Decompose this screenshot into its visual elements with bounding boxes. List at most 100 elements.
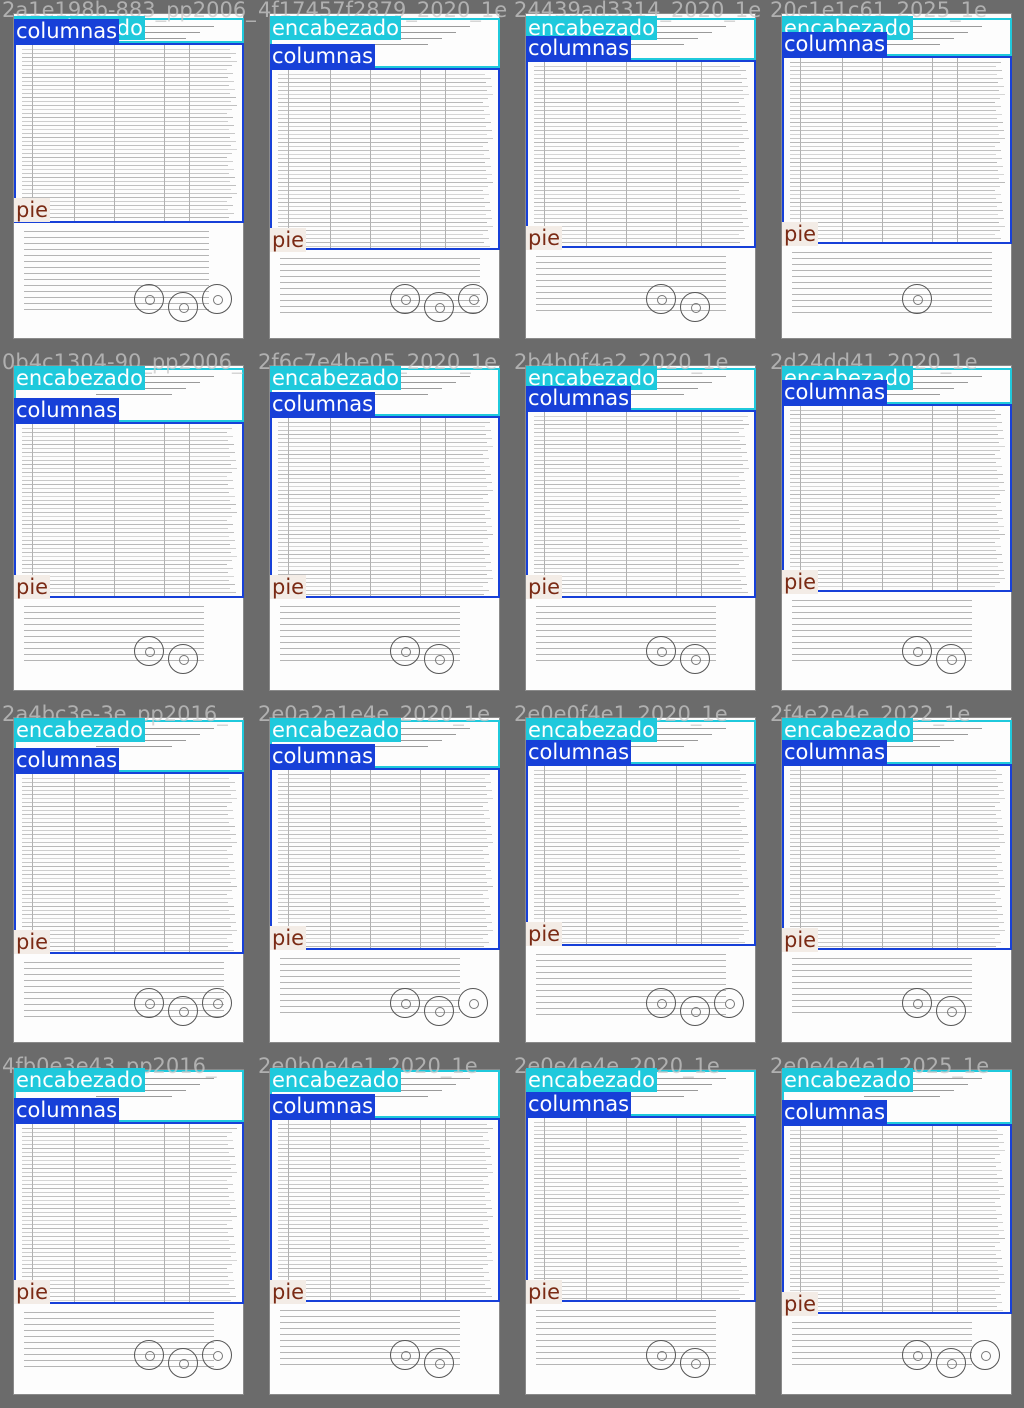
footer-text-line: [536, 966, 726, 967]
columns-region-box: [526, 764, 756, 946]
footer-text-line: [536, 978, 726, 979]
footer-text-line: [792, 964, 972, 965]
footer-text-line: [24, 261, 209, 262]
official-stamp: [390, 636, 420, 666]
footer-text-line: [24, 980, 224, 981]
footer-text-line: [792, 288, 992, 289]
official-stamp: [424, 1348, 454, 1378]
footer-text-line: [280, 258, 480, 259]
footer-region-label: pie: [782, 1292, 819, 1316]
footer-text-line: [792, 624, 972, 625]
footer-text-line: [792, 618, 972, 619]
footer-region-label: pie: [270, 575, 307, 599]
footer-text-line: [792, 312, 992, 313]
footer-text-line: [24, 231, 209, 232]
official-stamp: [168, 1348, 198, 1378]
official-stamp: [390, 988, 420, 1018]
footer-text-line: [536, 1334, 716, 1335]
official-stamp: [902, 284, 932, 314]
footer-region-label: pie: [782, 570, 819, 594]
columns-region-box: [782, 764, 1012, 950]
official-stamp: [458, 988, 488, 1018]
official-stamp: [680, 644, 710, 674]
official-stamp: [902, 636, 932, 666]
footer-text-line: [792, 642, 972, 643]
official-stamp: [168, 292, 198, 322]
footer-text-line: [280, 270, 480, 271]
official-stamp: [168, 996, 198, 1026]
footer-text-line: [280, 624, 460, 625]
footer-text-line: [24, 636, 204, 637]
columns-region-label: columnas: [14, 748, 120, 772]
footer-text-line: [24, 642, 204, 643]
footer-text-line: [536, 636, 716, 637]
footer-text-line: [536, 954, 726, 955]
footer-text-line: [792, 294, 992, 295]
columns-region-label: columnas: [526, 740, 632, 764]
columns-region-box: [526, 410, 756, 598]
official-stamp: [646, 988, 676, 1018]
footer-region-label: pie: [14, 930, 51, 954]
footer-text-line: [280, 1310, 460, 1311]
footer-text-line: [536, 1340, 716, 1341]
footer-text-line: [280, 1334, 460, 1335]
footer-text-line: [792, 958, 972, 959]
footer-text-line: [24, 630, 204, 631]
columns-region-label: columnas: [270, 744, 376, 768]
header-region-label: encabezado: [270, 1068, 401, 1092]
footer-text-line: [536, 972, 726, 973]
columns-region-box: [270, 768, 500, 950]
footer-text-line: [536, 280, 726, 281]
header-region-label: encabezado: [526, 718, 657, 742]
footer-text-line: [24, 1336, 214, 1337]
footer-region-label: pie: [270, 228, 307, 252]
footer-text-line: [24, 273, 209, 274]
footer-text-line: [792, 300, 992, 301]
official-stamp: [680, 1348, 710, 1378]
columns-region-label: columnas: [782, 1100, 888, 1124]
header-region-label: encabezado: [14, 1068, 145, 1092]
header-region-label: encabezado: [270, 718, 401, 742]
official-stamp: [390, 284, 420, 314]
footer-text-line: [24, 998, 224, 999]
footer-region-label: pie: [270, 1280, 307, 1304]
footer-text-line: [536, 990, 726, 991]
header-region-label: encabezado: [270, 366, 401, 390]
official-stamp: [936, 644, 966, 674]
columns-region-box: [782, 56, 1012, 244]
official-stamp: [390, 1340, 420, 1370]
footer-text-line: [792, 970, 972, 971]
footer-region-label: pie: [526, 226, 563, 250]
footer-text-line: [536, 274, 726, 275]
footer-text-line: [24, 1342, 214, 1343]
columns-region-label: columnas: [526, 1092, 632, 1116]
footer-text-line: [280, 630, 460, 631]
footer-text-line: [24, 255, 209, 256]
official-stamp: [134, 284, 164, 314]
footer-text-line: [280, 282, 480, 283]
footer-text-line: [280, 1346, 460, 1347]
footer-text-line: [792, 270, 992, 271]
footer-text-line: [792, 276, 992, 277]
footer-text-line: [280, 1322, 460, 1323]
footer-text-line: [536, 624, 716, 625]
columns-region-label: columnas: [526, 386, 632, 410]
official-stamp: [424, 644, 454, 674]
footer-text-line: [24, 606, 204, 607]
footer-text-line: [536, 1316, 716, 1317]
footer-text-line: [280, 276, 480, 277]
footer-text-line: [24, 974, 224, 975]
footer-text-line: [536, 642, 716, 643]
footer-text-line: [24, 243, 209, 244]
footer-region-label: pie: [782, 222, 819, 246]
official-stamp: [134, 1340, 164, 1370]
footer-text-line: [280, 294, 480, 295]
footer-text-line: [536, 960, 726, 961]
footer-text-line: [792, 600, 972, 601]
columns-region-box: [526, 1116, 756, 1302]
footer-text-line: [792, 252, 992, 253]
header-region-label: encabezado: [782, 1068, 913, 1092]
columns-region-label: columnas: [14, 19, 120, 43]
official-stamp: [134, 988, 164, 1018]
footer-text-line: [280, 612, 460, 613]
